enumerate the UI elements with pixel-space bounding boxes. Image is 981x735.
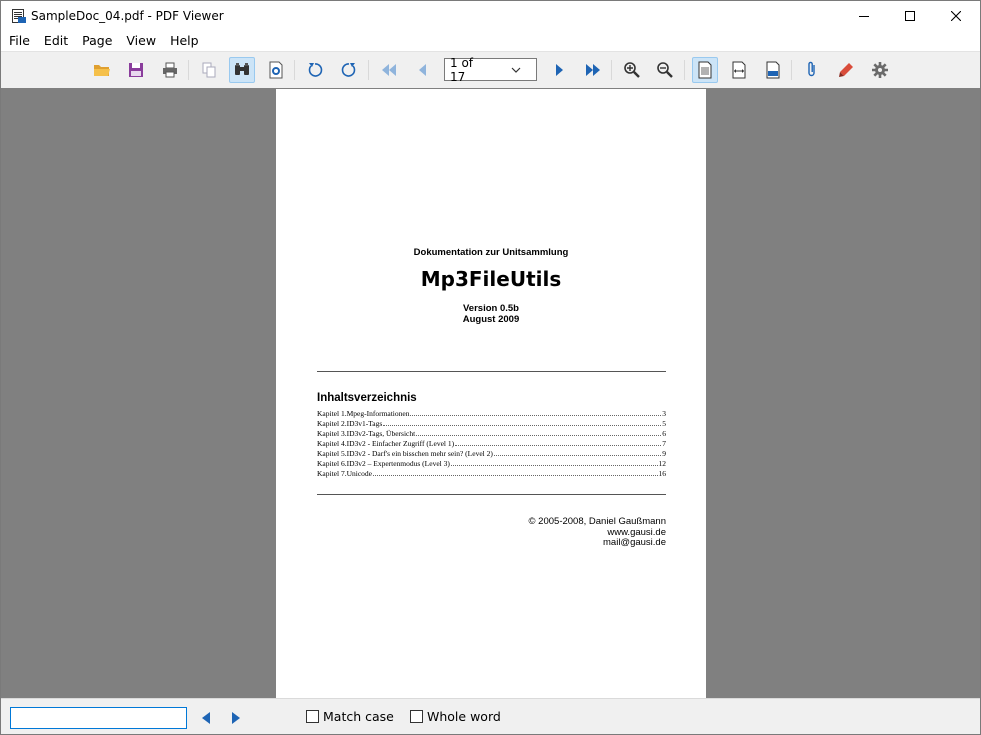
last-page-icon (586, 64, 600, 76)
rotate-left-button[interactable] (302, 57, 328, 83)
menu-edit[interactable]: Edit (37, 31, 75, 51)
rotate-right-icon (341, 63, 356, 77)
app-window: SampleDoc_04.pdf - PDF Viewer File Edit … (0, 0, 981, 735)
next-page-icon (556, 64, 563, 76)
copy-icon (202, 62, 216, 78)
find-next-button[interactable] (227, 709, 245, 727)
toc-heading: Inhaltsverzeichnis (317, 392, 417, 404)
toc-entry: Kapitel 6.ID3v2 – Expertenmodus (Level 3… (317, 459, 666, 468)
page-selector-value: 1 of 17 (450, 55, 474, 84)
document-subtitle: Dokumentation zur Unitsammlung (413, 247, 569, 258)
menu-bar: File Edit Page View Help (1, 31, 980, 51)
divider (317, 494, 666, 495)
table-of-contents: Kapitel 1.Mpeg-Informationen 3 Kapitel 2.… (317, 409, 666, 479)
divider (317, 371, 666, 372)
highlight-pen-icon (839, 63, 853, 77)
page-selector[interactable]: 1 of 17 (444, 55, 537, 84)
open-button[interactable] (89, 57, 115, 83)
minimize-icon (859, 16, 869, 17)
actual-size-icon (766, 61, 780, 79)
find-next-icon (232, 712, 240, 724)
rotate-right-button[interactable] (336, 57, 362, 83)
whole-word-label: Whole word (427, 709, 501, 724)
last-page-button[interactable] (580, 57, 606, 83)
zoom-in-icon (624, 62, 640, 78)
attachments-button[interactable] (799, 57, 825, 83)
document-properties-button[interactable] (263, 57, 289, 83)
highlight-button[interactable] (833, 57, 859, 83)
find-previous-button[interactable] (197, 709, 215, 727)
find-previous-icon (202, 712, 210, 724)
fit-page-icon (698, 61, 712, 79)
toolbar-separator (368, 60, 369, 80)
fit-page-button[interactable] (692, 57, 718, 83)
rotate-left-icon (308, 63, 323, 77)
toc-entry: Kapitel 2.ID3v1-Tags 5 (317, 419, 666, 428)
match-case-checkbox[interactable]: Match case (306, 709, 394, 724)
settings-button[interactable] (867, 57, 893, 83)
copyright-text: © 2005-2008, Daniel Gaußmann (528, 516, 666, 527)
settings-gear-icon (872, 62, 888, 78)
zoom-out-button[interactable] (652, 57, 678, 83)
first-page-button[interactable] (376, 57, 402, 83)
document-date: August 2009 (462, 314, 520, 325)
document-version-block: Version 0.5b August 2009 (276, 303, 706, 325)
print-icon (163, 62, 177, 78)
print-button[interactable] (157, 57, 183, 83)
zoom-in-button[interactable] (619, 57, 645, 83)
save-button[interactable] (123, 57, 149, 83)
maximize-button[interactable] (887, 1, 933, 31)
menu-page[interactable]: Page (75, 31, 119, 51)
toc-entry: Kapitel 1.Mpeg-Informationen 3 (317, 409, 666, 418)
first-page-icon (382, 64, 396, 76)
toolbar-separator (791, 60, 792, 80)
zoom-out-icon (657, 62, 673, 78)
toolbar-separator (611, 60, 612, 80)
close-icon (951, 11, 961, 21)
chevron-down-icon (491, 59, 537, 80)
close-button[interactable] (933, 1, 979, 31)
previous-page-icon (419, 64, 426, 76)
whole-word-checkbox[interactable]: Whole word (410, 709, 501, 724)
document-settings-icon (269, 61, 283, 79)
menu-file[interactable]: File (1, 31, 37, 51)
document-title: Mp3FileUtils (420, 267, 562, 291)
attachment-icon (808, 61, 815, 77)
find-bar: Match case Whole word (1, 698, 980, 734)
maximize-icon (905, 11, 915, 21)
toc-entry: Kapitel 4.ID3v2 - Einfacher Zugriff (Lev… (317, 439, 666, 448)
fit-width-button[interactable] (726, 57, 752, 83)
actual-size-button[interactable] (760, 57, 786, 83)
find-input[interactable] (10, 707, 187, 729)
toolbar: 1 of 17 (1, 51, 980, 88)
match-case-label: Match case (323, 709, 394, 724)
previous-page-button[interactable] (410, 57, 436, 83)
checkbox-box[interactable] (410, 710, 423, 723)
toolbar-separator (188, 60, 189, 80)
author-info: © 2005-2008, Daniel Gaußmann www.gausi.d… (317, 516, 666, 549)
menu-view[interactable]: View (119, 31, 163, 51)
fit-width-icon (732, 61, 746, 79)
menu-help[interactable]: Help (163, 31, 206, 51)
document-version: Version 0.5b (463, 303, 519, 314)
pdf-app-icon (11, 8, 27, 24)
toc-entry: Kapitel 3.ID3v2-Tags, Übersicht 6 (317, 429, 666, 438)
next-page-button[interactable] (546, 57, 572, 83)
window-title: SampleDoc_04.pdf - PDF Viewer (31, 9, 224, 23)
email-text: mail@gausi.de (603, 537, 666, 548)
folder-open-icon (94, 65, 110, 76)
toc-entry: Kapitel 5.ID3v2 - Darf's ein bisschen me… (317, 449, 666, 458)
find-button[interactable] (229, 57, 255, 83)
toolbar-separator (294, 60, 295, 80)
checkbox-box[interactable] (306, 710, 319, 723)
toc-entry: Kapitel 7.Unicode 16 (317, 469, 666, 478)
title-bar: SampleDoc_04.pdf - PDF Viewer (1, 1, 980, 31)
toolbar-separator (684, 60, 685, 80)
minimize-button[interactable] (841, 1, 887, 31)
pdf-page: Dokumentation zur Unitsammlung Mp3FileUt… (276, 89, 706, 698)
document-viewer[interactable]: Dokumentation zur Unitsammlung Mp3FileUt… (1, 88, 980, 698)
save-icon (129, 63, 143, 77)
copy-button[interactable] (196, 57, 222, 83)
find-binoculars-icon (235, 63, 249, 75)
